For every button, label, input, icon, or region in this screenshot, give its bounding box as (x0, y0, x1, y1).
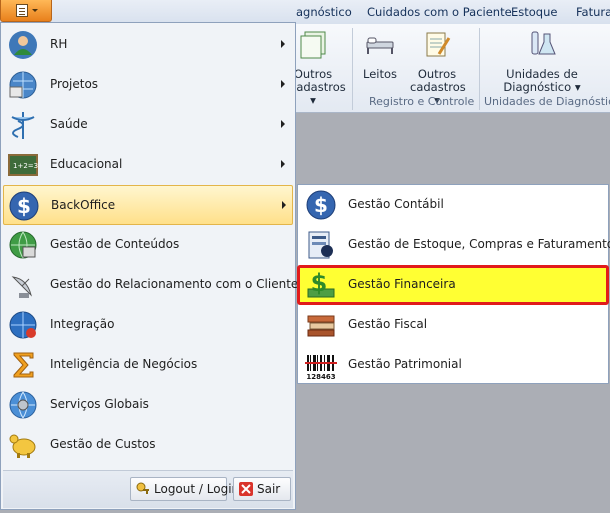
content-globe-icon (9, 231, 37, 259)
outros-cadastros-button-1[interactable]: Outros cadastros ▾ (290, 28, 346, 107)
globe-gear-icon (9, 391, 37, 419)
menu-item-servicos-globais[interactable]: Serviços Globais (3, 385, 293, 425)
close-icon (239, 482, 253, 496)
menu-item-projetos[interactable]: Projetos (3, 65, 293, 105)
exit-button[interactable]: Sair (233, 477, 291, 501)
menu-item-integracao[interactable]: Integração (3, 305, 293, 345)
leitos-button[interactable]: Leitos (360, 28, 400, 81)
application-menu: RH Projetos Saúde 1+2=3 Educacional $ Ba… (0, 22, 298, 510)
menu-item-label: RH (50, 37, 68, 51)
button-label: cadastros ▾ (290, 80, 346, 107)
submenu-item-gestao-patrimonial[interactable]: 128463 Gestão Patrimonial (298, 345, 608, 385)
group-label-unidades: Unidades de Diagnóstico (484, 95, 610, 108)
sigma-icon (13, 352, 34, 378)
submenu-item-label: Gestão de Estoque, Compras e Faturamento (348, 237, 610, 251)
menu-item-label: Gestão de Custos (50, 437, 156, 451)
tab-cuidados-paciente[interactable]: Cuidados com o Paciente (367, 5, 512, 19)
button-label: Logout / Login (154, 482, 240, 496)
books-icon (307, 315, 335, 337)
menu-item-gestao-relacionamento-cliente[interactable]: Gestão do Relacionamento com o Cliente (3, 265, 298, 305)
menu-item-label: Gestão de Conteúdos (50, 237, 180, 251)
group-label-registro: Registro e Controle (369, 95, 475, 108)
money-icon: $ (307, 269, 335, 298)
svg-text:$: $ (314, 193, 328, 217)
barcode-icon: 128463 (305, 355, 337, 381)
dollar-icon: $ (9, 191, 39, 221)
user-icon (9, 31, 37, 59)
menu-item-gestao-conteudos[interactable]: Gestão de Conteúdos (3, 225, 293, 265)
menu-item-label: Serviços Globais (50, 397, 149, 411)
lab-flask-icon (531, 31, 556, 55)
backoffice-submenu: $ Gestão Contábil Gestão de Estoque, Com… (297, 184, 610, 385)
button-label: Diagnóstico ▾ (503, 80, 581, 94)
submenu-item-gestao-contabil[interactable]: $ Gestão Contábil (298, 185, 608, 225)
integration-globe-icon (9, 311, 37, 339)
barcode-number: 128463 (306, 373, 335, 381)
tab-diagnostico[interactable]: agnóstico (296, 5, 352, 19)
tab-estoque[interactable]: Estoque (511, 5, 557, 19)
submenu-item-label: Gestão Fiscal (348, 317, 428, 331)
submenu-item-label: Gestão Contábil (348, 197, 444, 211)
submenu-item-gestao-estoque-compras-faturamento[interactable]: Gestão de Estoque, Compras e Faturamento (298, 225, 610, 265)
menu-item-label: Gestão do Relacionamento com o Cliente (50, 277, 299, 291)
tab-faturamento[interactable]: Fatura (576, 5, 610, 19)
dollar-icon: $ (306, 190, 336, 220)
button-label: Sair (257, 482, 281, 496)
submenu-item-label: Gestão Financeira (348, 277, 456, 291)
inventory-icon (308, 231, 333, 259)
folder-stack-icon (300, 31, 326, 59)
caduceus-icon (11, 112, 35, 139)
menu-item-backoffice[interactable]: $ BackOffice (3, 185, 293, 225)
chevron-down-icon (32, 9, 38, 12)
piggy-bank-icon (9, 434, 36, 458)
menu-item-label: BackOffice (51, 198, 116, 212)
menu-item-inteligencia-negocios[interactable]: Inteligência de Negócios (3, 345, 293, 385)
chalkboard-icon: 1+2=3 (8, 154, 38, 176)
globe-project-icon (9, 71, 37, 99)
submenu-item-gestao-fiscal[interactable]: Gestão Fiscal (298, 305, 608, 345)
unidades-diagnostico-button[interactable]: Unidades de Diagnóstico ▾ (500, 28, 584, 94)
svg-text:$: $ (17, 194, 31, 218)
menu-item-gestao-custos[interactable]: Gestão de Custos (3, 425, 293, 465)
submenu-arrow-icon (281, 160, 285, 168)
keys-icon (136, 482, 149, 494)
submenu-arrow-icon (281, 40, 285, 48)
menu-item-label: Projetos (50, 77, 99, 91)
menu-item-saude[interactable]: Saúde (3, 105, 293, 145)
submenu-arrow-icon (282, 201, 286, 209)
document-icon (16, 4, 28, 17)
menu-item-rh[interactable]: RH (3, 25, 293, 65)
logout-login-button[interactable]: Logout / Login (130, 477, 239, 501)
application-menu-button[interactable] (0, 0, 52, 22)
submenu-arrow-icon (281, 120, 285, 128)
notepad-icon (426, 32, 451, 57)
svg-text:1+2=3: 1+2=3 (13, 162, 38, 170)
menu-item-label: Inteligência de Negócios (50, 357, 198, 371)
submenu-arrow-icon (281, 80, 285, 88)
menu-footer: Logout / Login Sair (3, 470, 293, 508)
button-label: Leitos (362, 67, 397, 81)
menu-item-label: Integração (50, 317, 115, 331)
menu-item-label: Saúde (50, 117, 88, 131)
submenu-item-label: Gestão Patrimonial (348, 357, 462, 371)
svg-text:$: $ (311, 269, 328, 297)
menu-item-educacional[interactable]: 1+2=3 Educacional (3, 145, 293, 185)
satellite-dish-icon (11, 276, 32, 298)
bed-icon (366, 37, 394, 54)
menu-item-label: Educacional (50, 157, 123, 171)
submenu-item-gestao-financeira[interactable]: $ Gestão Financeira (297, 265, 609, 305)
